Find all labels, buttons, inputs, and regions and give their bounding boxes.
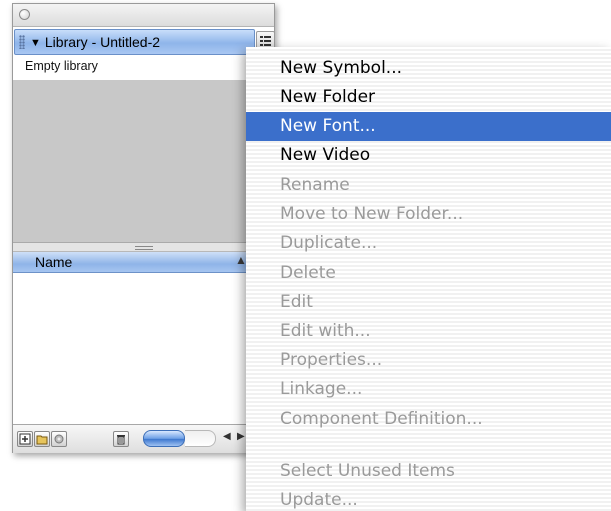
horizontal-scroll-track[interactable] xyxy=(185,430,216,447)
panel-title-wrap: ▼ Library - Untitled-2 xyxy=(30,34,160,50)
scroll-right-arrow-icon[interactable]: ▶ xyxy=(237,431,245,442)
new-symbol-icon xyxy=(19,433,31,445)
menu-item-select-unused-items[interactable]: Select Unused Items xyxy=(246,457,611,486)
panel-options-menu: New Symbol... New Folder New Font... New… xyxy=(246,47,611,511)
panel-title-bar[interactable]: ▼ Library - Untitled-2 xyxy=(14,29,255,55)
menu-item-new-font[interactable]: New Font... xyxy=(246,112,611,141)
new-folder-icon xyxy=(36,435,48,445)
panel-bottom-toolbar: ◀ ▶ xyxy=(13,424,274,453)
menu-item-component-definition[interactable]: Component Definition... xyxy=(246,405,611,434)
library-panel: ▼ Library - Untitled-2 Empty library Name… xyxy=(12,3,275,453)
menu-item-duplicate[interactable]: Duplicate... xyxy=(246,229,611,258)
preview-area xyxy=(13,80,274,242)
menu-item-edit[interactable]: Edit xyxy=(246,288,611,317)
properties-icon xyxy=(54,434,64,444)
close-icon[interactable] xyxy=(19,9,30,20)
menu-item-move-to-new-folder[interactable]: Move to New Folder... xyxy=(246,200,611,229)
menu-item-new-folder[interactable]: New Folder xyxy=(246,83,611,112)
new-symbol-button[interactable] xyxy=(17,431,33,447)
drag-grip-icon[interactable] xyxy=(19,35,25,49)
panel-top-bar xyxy=(13,4,274,27)
splitter-grip-icon xyxy=(135,246,153,250)
horizontal-scroll-thumb[interactable] xyxy=(143,430,185,447)
menu-item-properties[interactable]: Properties... xyxy=(246,346,611,375)
menu-item-delete[interactable]: Delete xyxy=(246,259,611,288)
trash-icon xyxy=(117,435,125,445)
menu-item-new-video[interactable]: New Video xyxy=(246,141,611,170)
menu-item-linkage[interactable]: Linkage... xyxy=(246,375,611,404)
menu-item-edit-with[interactable]: Edit with... xyxy=(246,317,611,346)
menu-item-update[interactable]: Update... xyxy=(246,486,611,511)
menu-item-rename[interactable]: Rename xyxy=(246,171,611,200)
library-item-list[interactable] xyxy=(13,273,274,423)
properties-button[interactable] xyxy=(51,431,67,447)
triangle-down-icon[interactable]: ▼ xyxy=(30,37,41,49)
delete-button[interactable] xyxy=(113,431,129,447)
menu-item-new-symbol[interactable]: New Symbol... xyxy=(246,54,611,83)
name-column-label: Name xyxy=(35,254,73,270)
pane-splitter[interactable] xyxy=(13,242,274,252)
name-column-header[interactable]: Name ▲ xyxy=(13,252,274,273)
new-folder-button[interactable] xyxy=(34,431,50,447)
library-status-text: Empty library xyxy=(25,59,98,73)
panel-options-icon xyxy=(260,36,271,46)
panel-title: Library - Untitled-2 xyxy=(44,34,161,50)
scroll-left-arrow-icon[interactable]: ◀ xyxy=(223,431,231,442)
